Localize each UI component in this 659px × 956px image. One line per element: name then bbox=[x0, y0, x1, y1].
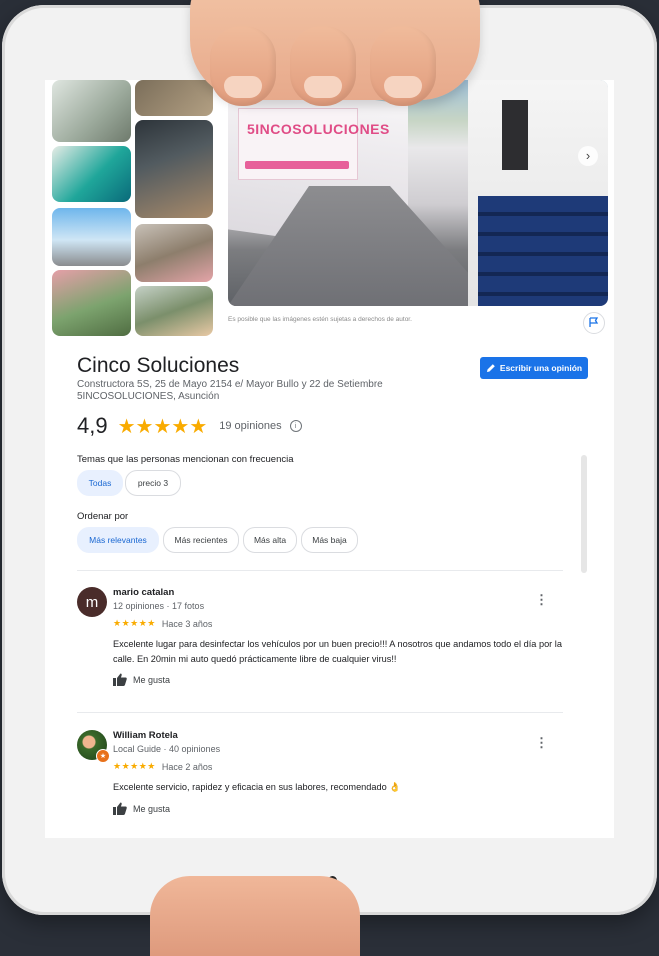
review-time: Hace 3 años bbox=[161, 618, 213, 629]
sort-most-recent[interactable]: Más recientes bbox=[163, 527, 239, 553]
photo-thumbnail[interactable] bbox=[135, 224, 213, 282]
info-icon[interactable]: i bbox=[289, 420, 302, 432]
photo-thumbnail[interactable] bbox=[135, 286, 213, 336]
photo-thumbnail[interactable] bbox=[52, 146, 131, 202]
main-photo[interactable]: 5INCOSOLUCIONES › bbox=[228, 80, 608, 306]
photo-thumbnail[interactable] bbox=[135, 120, 213, 218]
sort-label: Ordenar por bbox=[77, 511, 129, 522]
more-vert-icon[interactable]: ⋮ bbox=[535, 736, 548, 750]
tablet-screen: 5INCOSOLUCIONES › Es posible que las imá… bbox=[45, 80, 614, 838]
rating-value: 4,9 bbox=[77, 413, 108, 438]
sort-lowest[interactable]: Más baja bbox=[301, 527, 358, 553]
divider bbox=[77, 570, 563, 571]
hand-top bbox=[190, 0, 480, 106]
reviewer-meta: Local Guide · 40 opiniones bbox=[113, 744, 221, 754]
photo-thumbnail[interactable] bbox=[52, 208, 131, 266]
review-rating-row: ★★★★★ Hace 3 años bbox=[113, 618, 212, 629]
business-address: Constructora 5S, 25 de Mayo 2154 e/ Mayo… bbox=[77, 379, 407, 403]
next-photo-chevron-icon[interactable]: › bbox=[578, 146, 598, 166]
topic-chip-todas[interactable]: Todas bbox=[77, 470, 123, 496]
write-review-button[interactable]: Escribir una opinión bbox=[480, 357, 588, 379]
review-text: Excelente lugar para desinfectar los veh… bbox=[113, 639, 562, 664]
thumbs-up-icon bbox=[113, 673, 127, 686]
review-item: m mario catalan 12 opiniones · 17 fotos … bbox=[77, 587, 577, 697]
hand-bottom bbox=[150, 876, 360, 956]
photo-thumbnail[interactable] bbox=[52, 270, 131, 336]
reviewer-name[interactable]: mario catalan bbox=[113, 587, 174, 598]
rating-stars: ★★★★★ bbox=[117, 415, 208, 438]
write-review-label: Escribir una opinión bbox=[499, 363, 583, 373]
photo-thumbnail[interactable] bbox=[135, 80, 213, 116]
review-rating-row: ★★★★★ Hace 2 años bbox=[113, 761, 212, 772]
review-stars: ★★★★★ bbox=[113, 761, 156, 771]
thumbs-up-icon bbox=[113, 802, 127, 815]
review-stars: ★★★★★ bbox=[113, 618, 156, 628]
reviewer-name[interactable]: William Rotela bbox=[113, 730, 178, 741]
topics-label: Temas que las personas mencionan con fre… bbox=[77, 454, 294, 465]
photo-thumbnails bbox=[52, 80, 213, 336]
more-vert-icon[interactable]: ⋮ bbox=[535, 593, 548, 607]
business-title: Cinco Soluciones bbox=[77, 354, 240, 377]
like-label: Me gusta bbox=[133, 803, 171, 814]
reviewer-meta: 12 opiniones · 17 fotos bbox=[113, 601, 205, 611]
building-sign: 5INCOSOLUCIONES bbox=[238, 108, 389, 180]
review-text: Excelente servicio, rapidez y eficacia e… bbox=[113, 782, 401, 792]
avatar[interactable]: m bbox=[77, 587, 107, 617]
reviews-count[interactable]: 19 opiniones bbox=[219, 420, 281, 432]
sort-highest[interactable]: Más alta bbox=[243, 527, 297, 553]
like-button[interactable]: Me gusta bbox=[113, 802, 170, 815]
flag-icon[interactable] bbox=[583, 312, 605, 334]
address-line: Constructora 5S, 25 de Mayo 2154 e/ Mayo… bbox=[77, 379, 383, 390]
sort-most-relevant[interactable]: Más relevantes bbox=[77, 527, 159, 553]
address-line: 5INCOSOLUCIONES, Asunción bbox=[77, 391, 220, 402]
photo-thumbnail[interactable] bbox=[52, 80, 131, 142]
copyright-disclaimer: Es posible que las imágenes estén sujeta… bbox=[228, 316, 412, 323]
like-label: Me gusta bbox=[133, 674, 171, 685]
topic-chip-precio[interactable]: precio 3 bbox=[125, 470, 181, 496]
pencil-icon bbox=[486, 364, 495, 372]
review-item: ★ William Rotela Local Guide · 40 opinio… bbox=[77, 730, 577, 830]
divider bbox=[77, 712, 563, 713]
scrollbar[interactable] bbox=[581, 455, 587, 573]
sign-logo-text: 5INCOSOLUCIONES bbox=[247, 121, 390, 137]
local-guide-badge-icon: ★ bbox=[96, 749, 110, 763]
review-time: Hace 2 años bbox=[161, 761, 213, 772]
rating-summary: 4,9 ★★★★★ 19 opiniones i bbox=[77, 413, 302, 439]
like-button[interactable]: Me gusta bbox=[113, 673, 170, 686]
